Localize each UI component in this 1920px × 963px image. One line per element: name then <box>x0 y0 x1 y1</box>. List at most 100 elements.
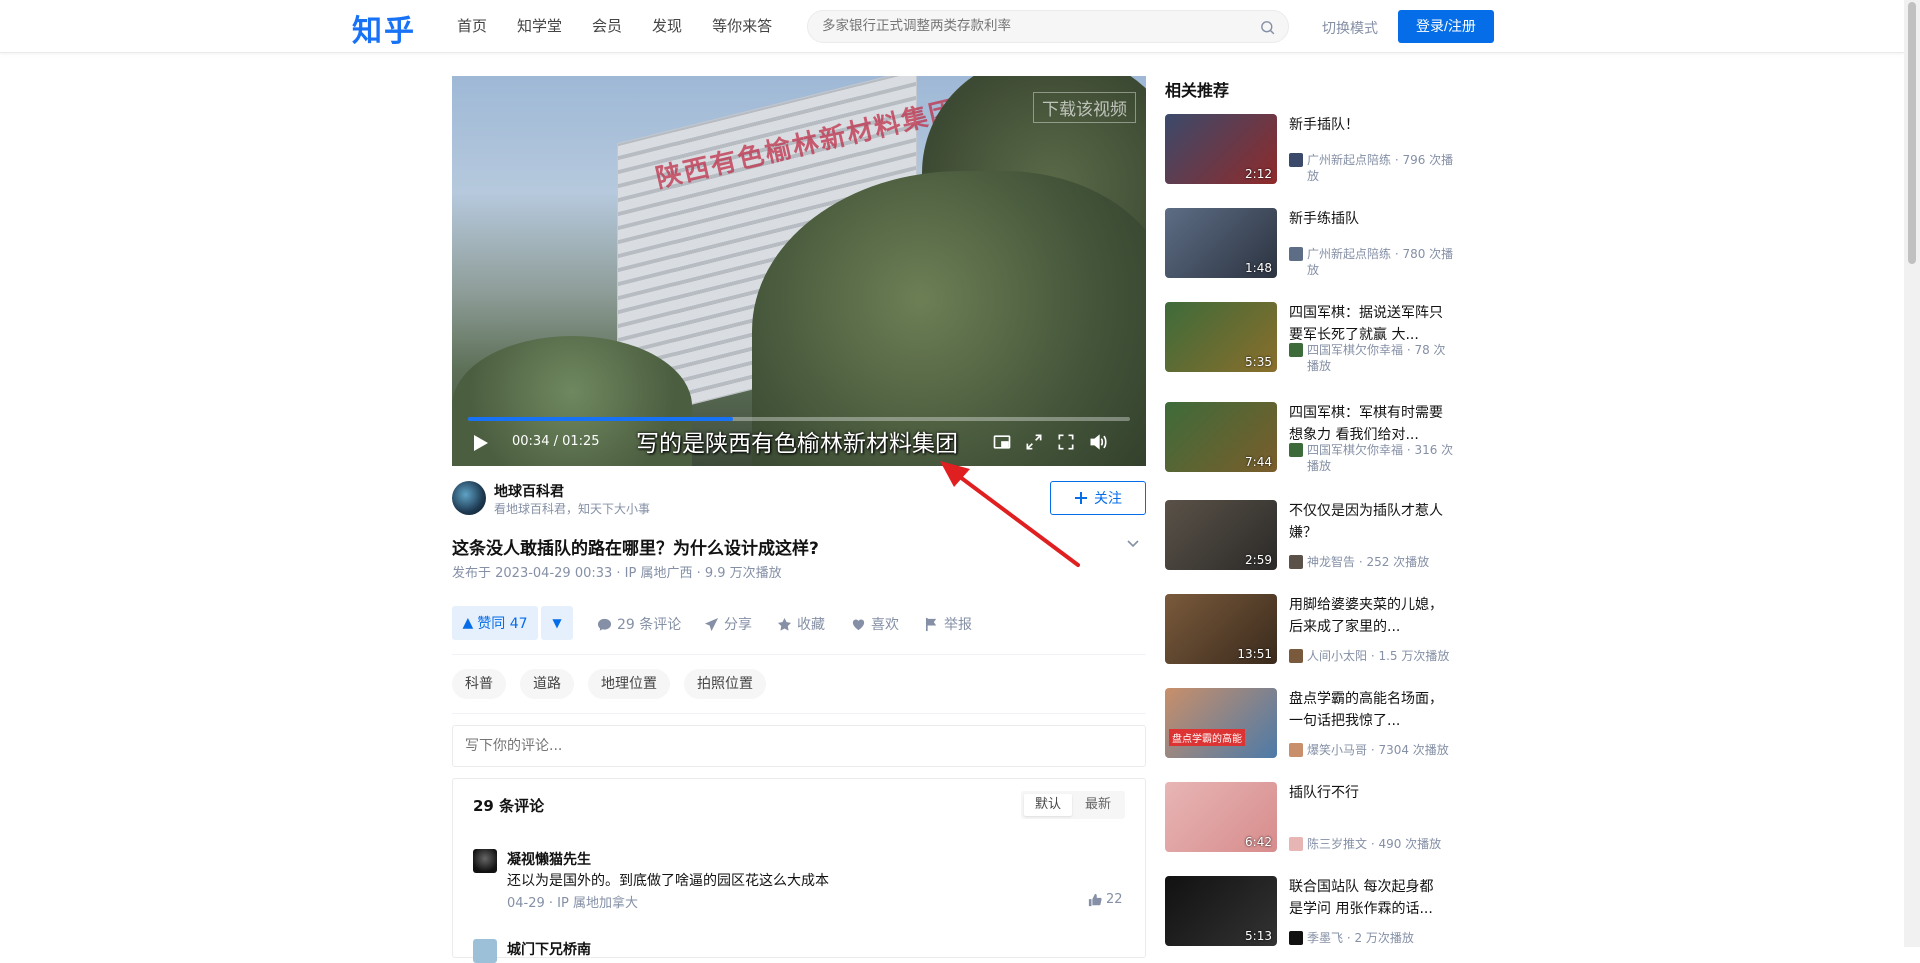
scroll-thumb[interactable] <box>1908 2 1916 264</box>
video-subtitle: 写的是陕西有色榆林新材料集团 <box>636 431 958 457</box>
topic-tag[interactable]: 道路 <box>520 669 574 699</box>
related-video-thumbnail[interactable]: 2:12 <box>1165 114 1277 184</box>
related-video-title[interactable]: 不仅仅是因为插队才惹人嫌？ <box>1289 500 1445 544</box>
report-label: 举报 <box>944 617 972 633</box>
mode-switch-link[interactable]: 切换模式 <box>1322 18 1378 38</box>
related-video-title[interactable]: 插队行不行 <box>1289 782 1445 804</box>
report-action[interactable]: 举报 <box>924 614 972 634</box>
related-video-thumbnail[interactable]: 5:13 <box>1165 876 1277 946</box>
uploader-avatar <box>1289 931 1303 945</box>
related-video-thumbnail[interactable]: 2:59 <box>1165 500 1277 570</box>
video-time: 00:34 / 01:25 <box>512 434 600 449</box>
related-video-thumbnail[interactable]: 5:35 <box>1165 302 1277 372</box>
related-video-title[interactable]: 四国军棋：军棋有时需要想象力 看我们给对... <box>1289 402 1445 446</box>
video-duration: 5:13 <box>1245 929 1272 943</box>
related-video-item[interactable]: 2:12 新手插队！ 广州新起点陪练 · 796 次播放 <box>1165 114 1453 186</box>
commenter-avatar[interactable] <box>473 849 497 873</box>
webfullscreen-icon[interactable] <box>1024 432 1044 452</box>
comments-action[interactable]: 29 条评论 <box>597 614 681 634</box>
uploader-avatar <box>1289 343 1303 357</box>
downvote-button[interactable]: ▼ <box>541 606 573 640</box>
related-video-item[interactable]: 5:35 四国军棋：据说送军阵只要军长死了就赢 大... 四国军棋欠你幸福 · 78… <box>1165 302 1446 374</box>
related-video-item[interactable]: 2:59 不仅仅是因为插队才惹人嫌？ 神龙智告 · 252 次播放 <box>1165 500 1445 572</box>
comment-input[interactable] <box>452 725 1146 767</box>
fullscreen-icon[interactable] <box>1056 432 1076 452</box>
like-action[interactable]: 喜欢 <box>851 614 899 634</box>
nav-waiting-answer[interactable]: 等你来答 <box>712 16 772 36</box>
post-meta: 发布于 2023-04-29 00:33 · IP 属地广西 · 9.9 万次播… <box>452 566 782 581</box>
sort-latest-option[interactable]: 最新 <box>1074 794 1122 816</box>
related-video-item[interactable]: 13:51 用脚给婆婆夹菜的儿媳，后来成了家里的... 人间小太阳 · 1.5 万次… <box>1165 594 1449 666</box>
comment-like-count: 22 <box>1106 892 1123 907</box>
volume-icon[interactable] <box>1088 432 1108 452</box>
comment-like-button[interactable]: 22 <box>1088 892 1123 907</box>
topic-tag[interactable]: 地理位置 <box>588 669 670 699</box>
chevron-down-icon[interactable] <box>1126 536 1140 550</box>
related-video-title[interactable]: 用脚给婆婆夹菜的儿媳，后来成了家里的... <box>1289 594 1445 638</box>
related-video-item[interactable]: 6:42 插队行不行 陈三岁推文 · 490 次播放 <box>1165 782 1445 854</box>
related-video-meta-text: 神龙智告 · 252 次播放 <box>1307 555 1430 569</box>
star-icon <box>777 617 792 631</box>
video-player[interactable]: 陕西有色榆林新材料集团 下载该视频 00:34 / 01:25 写的是陕西有色榆… <box>452 76 1146 466</box>
upvote-button[interactable]: ▲ 赞同 47 <box>452 606 538 640</box>
upvote-icon: ▲ <box>462 615 474 631</box>
related-video-item[interactable]: 盘点学霸的高能 盘点学霸的高能名场面，一句话把我惊了... 爆笑小马哥 · 7304… <box>1165 688 1449 760</box>
related-video-title[interactable]: 盘点学霸的高能名场面，一句话把我惊了... <box>1289 688 1445 732</box>
uploader-avatar <box>1289 837 1303 851</box>
sort-default-option[interactable]: 默认 <box>1024 794 1072 816</box>
search-box[interactable] <box>807 10 1289 43</box>
play-icon[interactable] <box>474 435 488 451</box>
search-icon[interactable] <box>1259 19 1276 36</box>
comment-text: 还以为是国外的。到底做了啥逼的园区花这么大成本 <box>507 873 829 889</box>
related-video-title[interactable]: 新手插队！ <box>1289 114 1445 136</box>
related-video-item[interactable]: 7:44 四国军棋：军棋有时需要想象力 看我们给对... 四国军棋欠你幸福 · 31… <box>1165 402 1453 474</box>
related-video-item[interactable]: 5:13 联合国站队 每次起身都是学问 用张作霖的话... 季墨飞 · 2 万次播放 <box>1165 876 1445 948</box>
video-duration: 5:35 <box>1245 355 1272 369</box>
related-video-meta: 季墨飞 · 2 万次播放 <box>1289 930 1454 946</box>
related-video-title[interactable]: 联合国站队 每次起身都是学问 用张作霖的话... <box>1289 876 1445 920</box>
login-register-button[interactable]: 登录/注册 <box>1398 10 1494 43</box>
related-video-meta: 神龙智告 · 252 次播放 <box>1289 554 1454 570</box>
share-icon <box>704 617 719 631</box>
related-video-title[interactable]: 四国军棋：据说送军阵只要军长死了就赢 大... <box>1289 302 1445 346</box>
plus-icon <box>1075 492 1087 504</box>
zhihu-logo[interactable]: 知乎 <box>352 6 416 50</box>
follow-button[interactable]: 关注 <box>1050 481 1146 515</box>
thumb-up-icon <box>1088 893 1102 906</box>
related-video-meta-text: 广州新起点陪练 · 780 次播放 <box>1307 247 1454 277</box>
pip-icon[interactable] <box>992 432 1012 452</box>
share-action[interactable]: 分享 <box>704 614 752 634</box>
nav-zhixuetang[interactable]: 知学堂 <box>517 16 562 36</box>
author-avatar[interactable] <box>452 481 486 515</box>
commenter-name[interactable]: 城门下兄桥南 <box>507 939 591 959</box>
nav-vip[interactable]: 会员 <box>592 16 622 36</box>
like-label: 喜欢 <box>871 617 899 633</box>
comment-sort-toggle: 默认 最新 <box>1021 791 1125 819</box>
topic-tag[interactable]: 拍照位置 <box>684 669 766 699</box>
topic-tag[interactable]: 科普 <box>452 669 506 699</box>
red-arrow-annotation <box>940 461 1080 567</box>
author-bio: 看地球百科君，知天下大小事 <box>494 502 651 516</box>
heart-icon <box>852 619 865 630</box>
related-video-meta-text: 爆笑小马哥 · 7304 次播放 <box>1307 743 1449 757</box>
related-video-thumbnail[interactable]: 1:48 <box>1165 208 1277 278</box>
nav-home[interactable]: 首页 <box>457 16 487 36</box>
related-video-meta: 陈三岁推文 · 490 次播放 <box>1289 836 1454 852</box>
divider <box>452 713 1146 714</box>
related-video-thumbnail[interactable]: 13:51 <box>1165 594 1277 664</box>
collect-action[interactable]: 收藏 <box>777 614 825 634</box>
commenter-name[interactable]: 凝视懒猫先生 <box>507 849 591 869</box>
commenter-avatar[interactable] <box>473 939 497 963</box>
search-input[interactable] <box>822 18 1242 34</box>
related-video-thumbnail[interactable]: 7:44 <box>1165 402 1277 472</box>
related-video-thumbnail[interactable]: 6:42 <box>1165 782 1277 852</box>
nav-discover[interactable]: 发现 <box>652 16 682 36</box>
video-progress-bar[interactable] <box>468 417 1130 421</box>
video-duration: 2:12 <box>1245 167 1272 181</box>
page-scrollbar[interactable] <box>1904 0 1920 947</box>
related-video-thumbnail[interactable]: 盘点学霸的高能 <box>1165 688 1277 758</box>
author-name[interactable]: 地球百科君 <box>494 481 564 501</box>
related-video-item[interactable]: 1:48 新手练插队广州新起点陪练 · 780 次播放 <box>1165 208 1453 280</box>
top-navbar: 知乎 首页 知学堂 会员 发现 等你来答 切换模式 登录/注册 <box>0 0 1904 53</box>
related-video-title[interactable]: 新手练插队 <box>1289 208 1445 230</box>
